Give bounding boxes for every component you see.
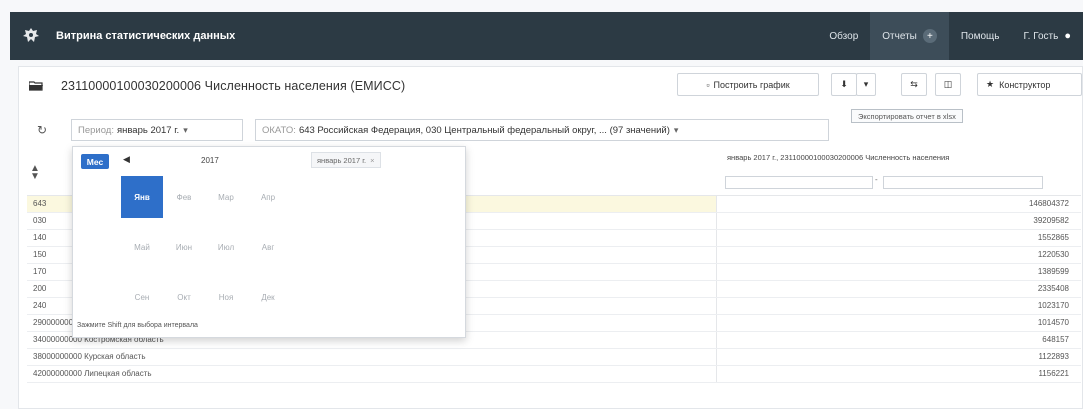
- eagle-emblem-icon: [20, 25, 42, 47]
- constructor-label: Конструктор: [999, 79, 1051, 90]
- folder-open-icon[interactable]: [29, 81, 43, 91]
- month-option[interactable]: Мар: [205, 176, 247, 218]
- export-button[interactable]: ⬇: [831, 73, 857, 96]
- range-separator: -: [875, 175, 878, 184]
- selected-period-chip-label: январь 2017 г.: [317, 155, 367, 165]
- row-value-cell: 1552865: [1037, 233, 1069, 242]
- refresh-icon[interactable]: ↻: [37, 123, 47, 137]
- chevron-down-icon: ▾: [673, 124, 679, 135]
- picker-year: 2017: [201, 156, 219, 165]
- chevron-down-icon: ▾: [863, 79, 869, 89]
- month-mode-button[interactable]: Мес: [81, 154, 109, 169]
- row-value-cell: 39209582: [1033, 216, 1069, 225]
- download-icon: ⬇: [840, 79, 848, 89]
- export-menu-button[interactable]: ▾: [856, 73, 876, 96]
- period-filter-key: Период:: [78, 124, 114, 136]
- row-value-cell: 1389599: [1037, 267, 1069, 276]
- build-chart-button[interactable]: ▫ Построить график: [677, 73, 819, 96]
- row-name-cell: 42000000000 Липецкая область: [27, 366, 717, 382]
- nav-reports[interactable]: Отчеты +: [870, 12, 949, 60]
- chevron-down-icon: ▾: [183, 124, 188, 135]
- nav-overview[interactable]: Обзор: [817, 12, 870, 60]
- period-filter-value: январь 2017 г.: [116, 124, 180, 136]
- nav-reports-label: Отчеты: [882, 30, 917, 42]
- report-title: 23110000100030200006 Численность населен…: [61, 79, 406, 93]
- period-picker-dropdown: Мес ◀ 2017 январь 2017 г. × Янв Фев Мар Апр…: [72, 146, 466, 338]
- month-option[interactable]: Окт: [163, 276, 205, 318]
- row-name-cell: 38000000000 Курская область: [27, 349, 717, 365]
- user-name: Г. Гость: [1023, 30, 1059, 42]
- okato-filter-value: 643 Российская Федерация, 030 Центральны…: [298, 124, 670, 136]
- nav-help-label: Помощь: [960, 30, 1000, 42]
- row-value-cell: 2335408: [1037, 284, 1069, 293]
- row-value-cell: 1220530: [1037, 250, 1069, 259]
- month-option[interactable]: Июл: [205, 226, 247, 268]
- nav-help[interactable]: Помощь: [949, 12, 1012, 60]
- month-option[interactable]: Июн: [163, 226, 205, 268]
- row-value-cell: 1122893: [1038, 352, 1069, 361]
- row-value-cell: 648157: [1042, 335, 1069, 344]
- sort-icon[interactable]: ▲ ▼: [30, 164, 40, 182]
- column-filter-to[interactable]: [883, 176, 1043, 189]
- period-filter[interactable]: Период: январь 2017 г. ▾: [71, 119, 243, 141]
- shift-hint: Зажмите Shift для выбора интервала: [77, 322, 198, 329]
- month-option[interactable]: Сен: [121, 276, 163, 318]
- constructor-button[interactable]: ★ Конструктор: [977, 73, 1082, 96]
- app-title: Витрина статистических данных: [56, 30, 236, 42]
- arrow-left-icon[interactable]: ◀: [123, 154, 130, 165]
- selected-period-chip[interactable]: январь 2017 г. ×: [311, 152, 381, 168]
- row-value-cell: 1156221: [1038, 369, 1069, 378]
- month-option[interactable]: Фев: [163, 176, 205, 218]
- month-option[interactable]: Май: [121, 226, 163, 268]
- top-navbar: Витрина статистических данных Обзор Отче…: [10, 12, 1083, 60]
- month-option[interactable]: Авг: [247, 226, 289, 268]
- build-chart-label: Построить график: [713, 79, 790, 90]
- nav-overview-label: Обзор: [829, 30, 859, 42]
- okato-filter[interactable]: ОКАТО: 643 Российская Федерация, 030 Цен…: [255, 119, 829, 141]
- main-nav: Обзор Отчеты + Помощь Г. Гость ●: [817, 12, 1083, 60]
- row-value-cell: 1023170: [1037, 301, 1069, 310]
- layout-icon: ◫: [943, 79, 953, 89]
- column-header[interactable]: январь 2017 г., 23110000100030200006 Чис…: [727, 153, 949, 162]
- okato-filter-key: ОКАТО:: [262, 124, 296, 136]
- table-row[interactable]: 42000000000 Липецкая область 1156221: [27, 366, 1081, 383]
- row-value-cell: 1014570: [1037, 318, 1069, 327]
- star-icon: ★: [986, 79, 995, 89]
- month-option[interactable]: Янв: [121, 176, 163, 218]
- nav-user[interactable]: Г. Гость ●: [1011, 12, 1083, 60]
- filter-bar: ↻ Период: январь 2017 г. ▾ ОКАТО: 643 Ро…: [19, 119, 1082, 143]
- transpose-icon: ⇆: [910, 79, 918, 89]
- table-row[interactable]: 38000000000 Курская область 1122893: [27, 349, 1081, 366]
- transpose-button[interactable]: ⇆: [901, 73, 927, 96]
- bar-chart-icon: ▫: [706, 79, 710, 90]
- column-filter-from[interactable]: [725, 176, 873, 189]
- row-value-cell: 146804372: [1028, 199, 1069, 208]
- month-option[interactable]: Апр: [247, 176, 289, 218]
- month-option[interactable]: Ноя: [205, 276, 247, 318]
- layout-button[interactable]: ◫: [935, 73, 961, 96]
- month-option[interactable]: Дек: [247, 276, 289, 318]
- add-report-icon[interactable]: +: [922, 29, 937, 43]
- close-icon[interactable]: ×: [370, 156, 374, 165]
- user-icon: ●: [1064, 30, 1071, 42]
